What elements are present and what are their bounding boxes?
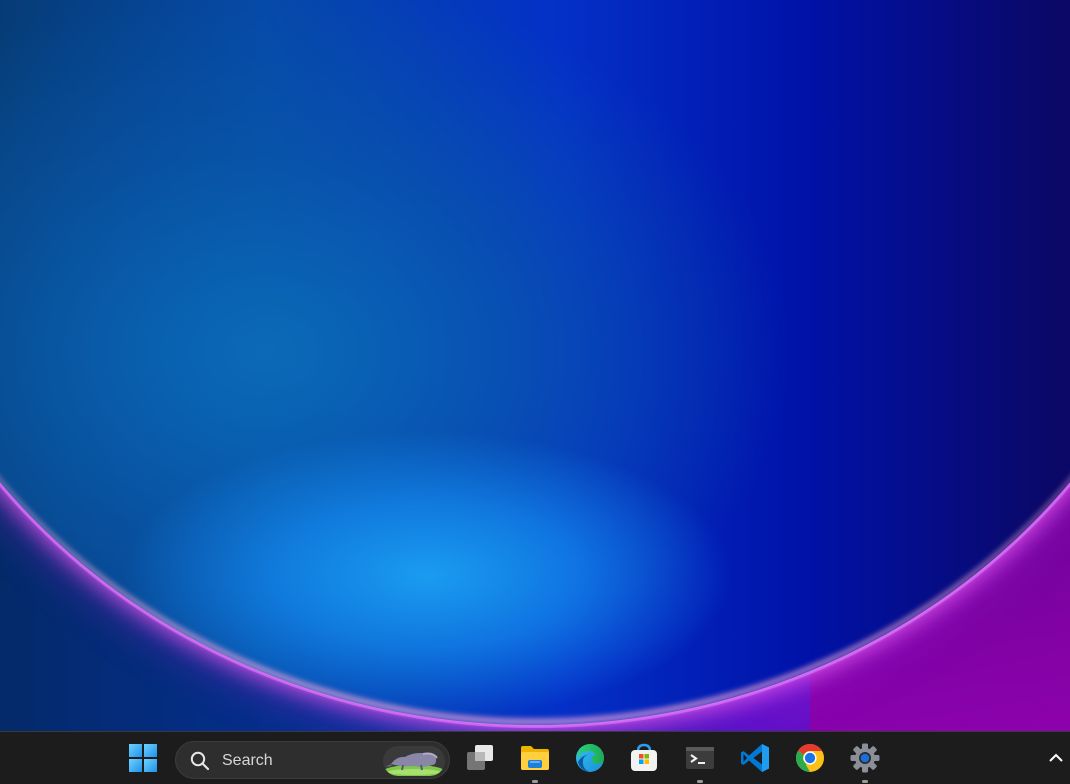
chrome-icon — [796, 744, 824, 772]
start-button[interactable] — [123, 738, 163, 778]
edge-icon — [576, 744, 604, 772]
running-indicator — [862, 780, 868, 783]
search-highlight-image[interactable] — [383, 746, 445, 776]
settings-icon — [850, 743, 880, 773]
terminal-icon — [686, 747, 714, 769]
running-indicator — [697, 780, 703, 783]
taskbar-app-edge[interactable] — [570, 738, 610, 778]
taskbar-app-vscode[interactable] — [735, 738, 775, 778]
taskbar-app-terminal[interactable] — [680, 738, 720, 783]
chevron-up-icon — [1049, 753, 1063, 762]
search-box[interactable]: Search — [175, 741, 450, 779]
vscode-icon — [741, 744, 769, 772]
task-view-icon — [467, 745, 493, 770]
taskbar-app-store[interactable] — [624, 738, 664, 778]
show-hidden-icons-button[interactable] — [1044, 746, 1068, 770]
taskbar-app-settings[interactable] — [845, 738, 885, 783]
store-icon — [631, 743, 657, 771]
search-label: Search — [222, 752, 273, 769]
search-icon — [190, 751, 210, 771]
running-indicator — [532, 780, 538, 783]
desktop-wallpaper[interactable] — [0, 0, 1070, 731]
taskbar-app-task-view[interactable] — [460, 738, 500, 778]
taskbar: Search — [0, 731, 1070, 784]
taskbar-app-file-explorer[interactable] — [515, 738, 555, 783]
file-explorer-icon — [521, 746, 549, 770]
windows-logo-icon — [129, 744, 157, 772]
wallpaper-bloom-rim — [0, 0, 1070, 725]
taskbar-app-chrome[interactable] — [790, 738, 830, 778]
anteater-icon — [383, 746, 445, 776]
